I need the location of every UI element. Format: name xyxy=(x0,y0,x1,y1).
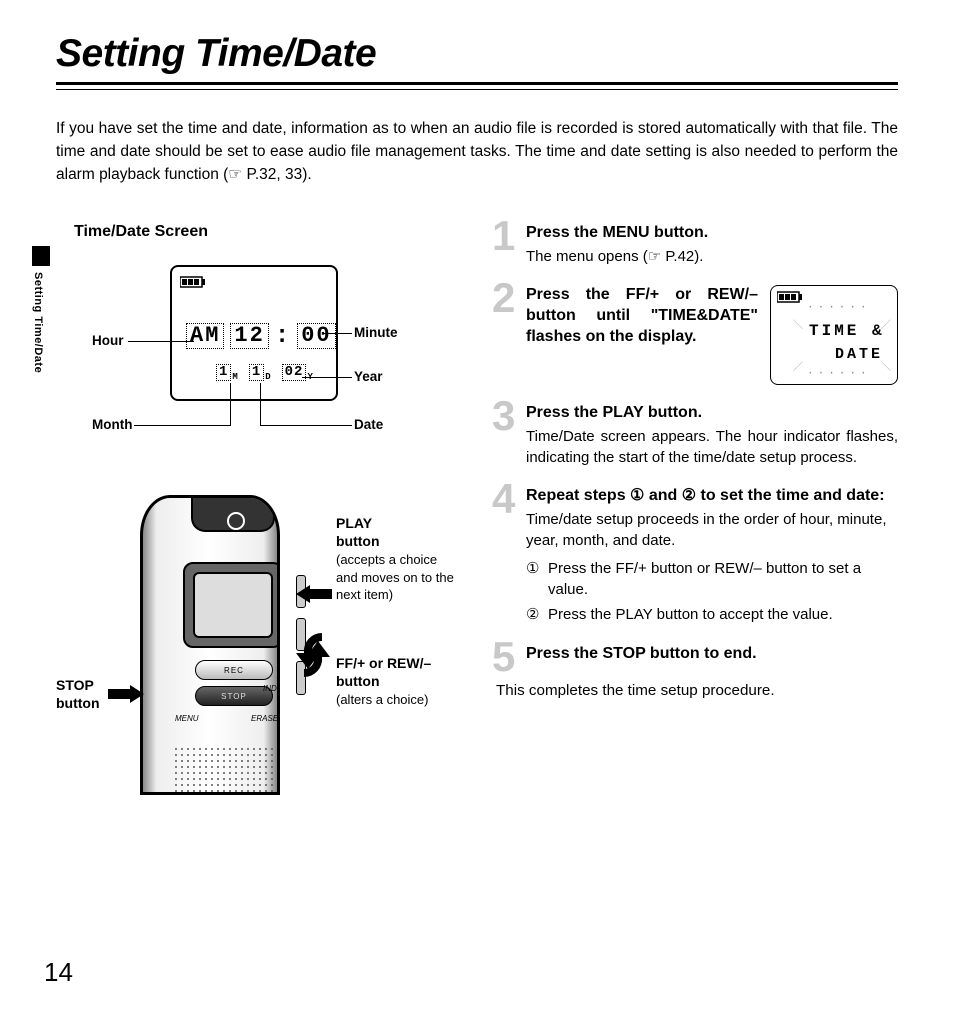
lcd-row-date: 1M 1D 02Y xyxy=(216,363,314,382)
step-2: 2 Press the FF/+ or REW/– button until "… xyxy=(496,285,898,385)
stop-button-illus: STOP xyxy=(195,686,273,706)
page-number: 14 xyxy=(44,957,73,988)
erase-label: ERASE xyxy=(251,714,278,723)
lcd-ampm: AM xyxy=(186,323,224,349)
callout-minute: Minute xyxy=(354,325,398,340)
intro-paragraph: If you have set the time and date, infor… xyxy=(56,118,898,187)
step-3: 3 Press the PLAY button. Time/Date scree… xyxy=(496,403,898,468)
page-title: Setting Time/Date xyxy=(56,32,898,76)
timedate-heading: Time/Date Screen xyxy=(74,223,466,241)
battery-icon xyxy=(180,275,206,287)
leader-hour xyxy=(128,341,194,342)
title-rule-thick xyxy=(56,82,898,85)
rec-button: REC xyxy=(195,660,273,680)
ffrew-callout-desc: (alters a choice) xyxy=(336,692,428,707)
sublist-item: ① Press the FF/+ button or REW/– button … xyxy=(526,558,898,601)
lcd-diagram: AM 12 : 00 1M 1D 02Y Hour Minute xyxy=(74,265,434,465)
columns: Time/Date Screen AM 12 : 00 1M 1D xyxy=(56,223,898,815)
ffrew-callout-sub: button xyxy=(336,673,380,689)
step-2-num: 2 xyxy=(492,277,515,319)
left-column: Time/Date Screen AM 12 : 00 1M 1D xyxy=(56,223,466,815)
lcd-month: 1 xyxy=(216,364,231,381)
index-label: INDEX xyxy=(263,684,280,693)
leader-month-h xyxy=(134,425,230,426)
closing-text: This completes the time setup procedure. xyxy=(496,682,898,699)
speaker-grille xyxy=(173,746,280,795)
sublist-text: Press the FF/+ button or REW/– button to… xyxy=(548,558,898,601)
stop-callout-title: STOP xyxy=(56,677,94,693)
play-callout-sub: button xyxy=(336,533,380,549)
circled-1: ① xyxy=(526,558,542,601)
lcd-date: 1 xyxy=(249,364,264,381)
step-2-title: Press the FF/+ or REW/– button until "TI… xyxy=(526,285,758,347)
side-tab-marker xyxy=(32,246,50,266)
side-tab: Setting Time/Date xyxy=(32,246,50,406)
step-4-sublist: ① Press the FF/+ button or REW/– button … xyxy=(526,558,898,626)
leader-minute xyxy=(322,333,352,334)
lcd-year: 02 xyxy=(282,364,307,381)
play-callout: PLAY button (accepts a choice and moves … xyxy=(336,515,456,605)
device-diagram: REC STOP INDEX MENU ERASE STO xyxy=(56,485,466,815)
mini-lcd-line1: TIME & xyxy=(809,322,885,340)
mini-lcd-line2: DATE xyxy=(835,346,883,363)
step-4-title: Repeat steps ① and ② to set the time and… xyxy=(526,486,898,507)
step-4: 4 Repeat steps ① and ② to set the time a… xyxy=(496,486,898,625)
sublist-text: Press the PLAY button to accept the valu… xyxy=(548,604,833,625)
step-5-num: 5 xyxy=(492,636,515,678)
spark-icon: ＼ xyxy=(793,316,803,332)
step-1: 1 Press the MENU button. The menu opens … xyxy=(496,223,898,267)
step-4-num: 4 xyxy=(492,478,515,520)
menu-label: MENU xyxy=(175,714,199,723)
mini-lcd: ······ ＼ ／ TIME & DATE ／ ＼ ······ xyxy=(770,285,898,385)
spark-icon: ／ xyxy=(793,358,803,374)
step-1-body: The menu opens (☞ P.42). xyxy=(526,246,898,267)
lcd-m-mark: M xyxy=(232,372,238,382)
recorder-body: REC STOP INDEX MENU ERASE xyxy=(140,495,280,795)
battery-icon xyxy=(777,291,803,303)
leader-date-v xyxy=(260,383,261,426)
recorder-screen xyxy=(183,562,280,648)
lcd-box: AM 12 : 00 1M 1D 02Y xyxy=(170,265,338,401)
arrow-left-icon xyxy=(296,585,332,603)
arrow-updown-icon xyxy=(292,625,334,685)
ffrew-callout: FF/+ or REW/– button (alters a choice) xyxy=(336,655,466,709)
right-column: 1 Press the MENU button. The menu opens … xyxy=(496,223,898,815)
step-5: 5 Press the STOP button to end. xyxy=(496,644,898,665)
sublist-item: ② Press the PLAY button to accept the va… xyxy=(526,604,898,625)
step-3-body: Time/Date screen appears. The hour indic… xyxy=(526,426,898,469)
step-3-num: 3 xyxy=(492,395,515,437)
leader-month-v xyxy=(230,383,231,426)
play-callout-title: PLAY xyxy=(336,515,372,531)
recorder: REC STOP INDEX MENU ERASE xyxy=(120,485,300,805)
leader-date-h xyxy=(260,425,352,426)
callout-hour: Hour xyxy=(92,333,124,348)
step-5-title: Press the STOP button to end. xyxy=(526,644,898,665)
lcd-colon: : xyxy=(275,323,291,350)
ffrew-callout-title: FF/+ or REW/– xyxy=(336,655,431,671)
circled-2: ② xyxy=(526,604,542,625)
manual-page: Setting Time/Date If you have set the ti… xyxy=(0,0,954,1022)
spark-icon: ＼ xyxy=(881,358,891,374)
mini-dots-bottom: ······ xyxy=(807,368,871,380)
callout-date: Date xyxy=(354,417,383,432)
recorder-top xyxy=(191,498,275,532)
stop-callout: STOP button xyxy=(56,677,112,713)
lcd-hour: 12 xyxy=(230,323,268,349)
lcd-d-mark: D xyxy=(265,372,271,382)
step-1-num: 1 xyxy=(492,215,515,257)
step-3-title: Press the PLAY button. xyxy=(526,403,898,424)
stop-callout-sub: button xyxy=(56,695,100,711)
lcd-minute: 00 xyxy=(297,323,335,349)
leader-year xyxy=(302,377,352,378)
mini-dots-top: ······ xyxy=(807,302,871,314)
lcd-row-time: AM 12 : 00 xyxy=(186,323,336,350)
callout-month: Month xyxy=(92,417,132,432)
callout-year: Year xyxy=(354,369,383,384)
arrow-right-icon xyxy=(108,685,144,703)
side-tab-label: Setting Time/Date xyxy=(32,272,44,373)
play-callout-desc: (accepts a choice and moves on to the ne… xyxy=(336,552,454,603)
title-rule-thin xyxy=(56,89,898,90)
step-1-title: Press the MENU button. xyxy=(526,223,898,244)
step-4-body: Time/date setup proceeds in the order of… xyxy=(526,509,898,552)
